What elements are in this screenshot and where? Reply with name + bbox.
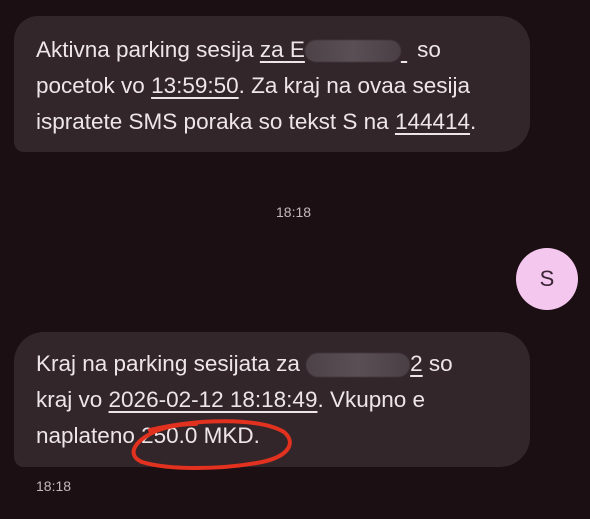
message-text: Aktivna parking sesija: [36, 37, 260, 62]
timestamp-center: 18:18: [276, 204, 312, 220]
incoming-message-bubble[interactable]: Kraj na parking sesijata za 2 so kraj vo…: [14, 332, 530, 467]
message-text: pocetok vo: [36, 73, 152, 98]
phone-number-link[interactable]: 144414: [395, 109, 470, 134]
message-line: kraj vo 2026-02-12 18:18:49. Vkupno e: [36, 386, 425, 414]
message-text: .: [470, 109, 477, 134]
message-text: . Za kraj na ovaa sesija: [238, 73, 471, 98]
amount-text: 250.0 MKD: [141, 423, 254, 448]
message-text: Kraj na parking sesijata za: [36, 351, 307, 376]
message-text: kraj vo: [36, 387, 109, 412]
sent-message-bubble[interactable]: S: [516, 248, 578, 310]
message-text: . Vkupno e: [317, 387, 426, 412]
redacted-plate-scribble: [304, 40, 401, 63]
plate-link[interactable]: za E: [260, 37, 305, 62]
message-text: so: [422, 351, 453, 376]
time-link[interactable]: 13:59:50: [151, 73, 239, 98]
message-line: Kraj na parking sesijata za 2 so: [36, 350, 453, 378]
message-text: .: [253, 423, 260, 448]
message-line: naplateno 250.0 MKD.: [36, 422, 260, 450]
plate-link-underline: [401, 36, 411, 64]
redacted-plate-scribble: [306, 353, 411, 378]
datetime-link[interactable]: 2026-02-12 18:18:49: [109, 387, 318, 412]
message-line: Aktivna parking sesija za E so: [36, 36, 441, 64]
timestamp-bottom: 18:18: [36, 478, 72, 494]
incoming-message-bubble[interactable]: Aktivna parking sesija za E so pocetok v…: [14, 16, 530, 152]
plate-link[interactable]: 2: [410, 351, 423, 376]
message-line: pocetok vo 13:59:50. Za kraj na ovaa ses…: [36, 72, 470, 100]
message-text: ispratete SMS poraka so tekst S na: [36, 109, 395, 134]
message-line: ispratete SMS poraka so tekst S na 14441…: [36, 108, 476, 136]
message-text: so: [410, 37, 441, 62]
message-text: naplateno: [36, 423, 142, 448]
sent-message-text: S: [539, 266, 555, 291]
